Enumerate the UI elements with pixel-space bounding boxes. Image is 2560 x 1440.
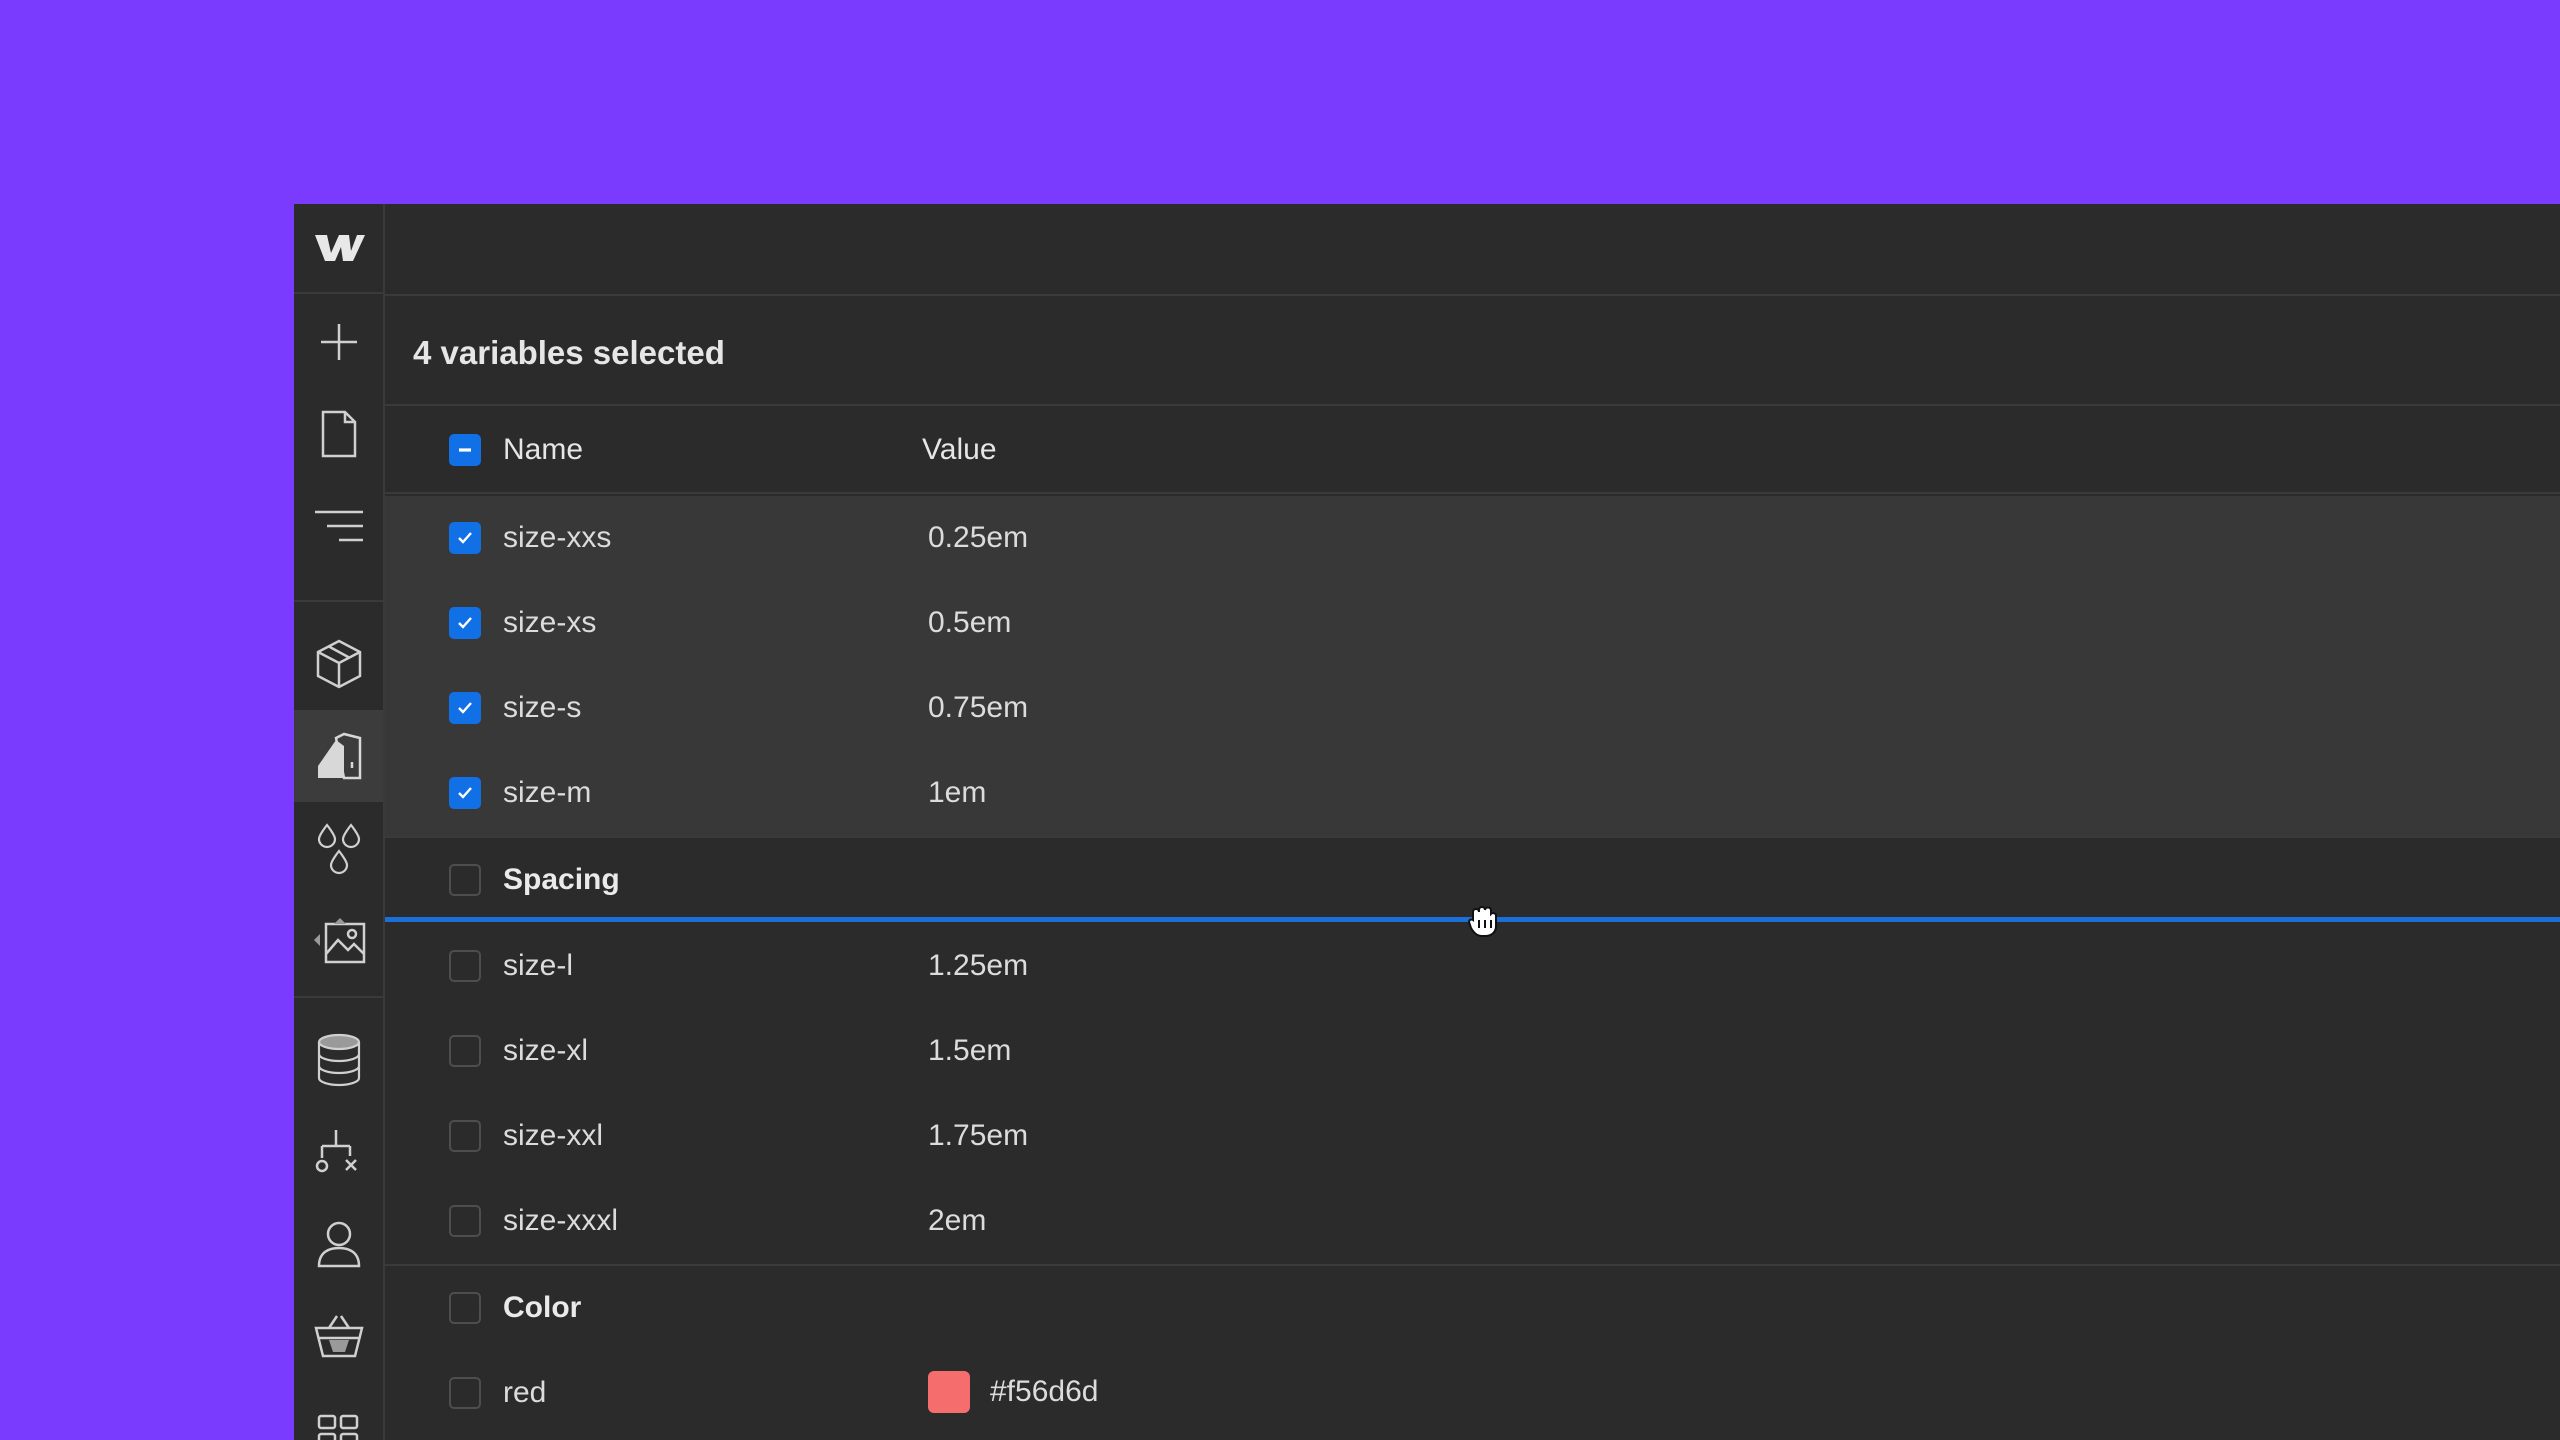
table-row[interactable]: size-xxxl 2em (385, 1179, 2560, 1264)
group-name: Color (503, 1291, 582, 1324)
row-checkbox[interactable] (449, 522, 481, 554)
variable-name: size-xs (503, 606, 597, 639)
row-checkbox[interactable] (449, 1377, 481, 1409)
row-checkbox[interactable] (449, 607, 481, 639)
row-checkbox[interactable] (449, 1205, 481, 1237)
variable-value[interactable]: 0.75em (928, 691, 1028, 725)
variable-name: red (503, 1376, 547, 1409)
variable-value[interactable]: 0.25em (928, 521, 1028, 555)
checkmark-icon (458, 702, 472, 714)
variable-value[interactable]: 1.75em (928, 1119, 1028, 1153)
select-all-checkbox[interactable] (449, 434, 481, 466)
designer-window: 4 variables selected Name Value size-xxs… (294, 204, 2560, 1440)
components-icon[interactable] (294, 618, 383, 710)
left-toolbar (294, 204, 385, 1440)
color-hex-value: #f56d6d (990, 1375, 1099, 1408)
logic-icon[interactable] (294, 1106, 383, 1198)
row-checkbox[interactable] (449, 692, 481, 724)
color-swatch[interactable] (928, 1371, 970, 1413)
table-row[interactable]: size-l 1.25em (385, 924, 2560, 1009)
variable-value[interactable]: #f56d6d (928, 1371, 1098, 1413)
row-checkbox[interactable] (449, 777, 481, 809)
column-header-name[interactable]: Name (503, 433, 583, 467)
sidebar-divider (294, 996, 383, 998)
selection-count-title: 4 variables selected (413, 334, 725, 371)
webflow-logo-icon[interactable] (294, 204, 383, 294)
table-row[interactable]: size-xxs 0.25em (385, 496, 2560, 581)
variable-name: size-l (503, 949, 574, 982)
table-row[interactable]: size-xl 1.5em (385, 1009, 2560, 1094)
variable-value[interactable]: 1em (928, 776, 986, 810)
checkmark-icon (458, 617, 472, 629)
row-checkbox[interactable] (449, 1035, 481, 1067)
checkmark-icon (458, 532, 472, 544)
variable-name: size-xl (503, 1034, 589, 1067)
variable-value[interactable]: 2em (928, 1204, 986, 1238)
variable-value[interactable]: 0.5em (928, 606, 1011, 640)
minus-icon (459, 448, 471, 452)
variable-value[interactable]: 1.5em (928, 1034, 1011, 1068)
page-icon[interactable] (294, 388, 383, 480)
row-checkbox[interactable] (449, 950, 481, 982)
checkmark-icon (458, 787, 472, 799)
sidebar-divider (294, 600, 383, 602)
variable-name: size-m (503, 776, 592, 809)
table-row[interactable]: size-s 0.75em (385, 666, 2560, 751)
variable-value[interactable]: 1.25em (928, 949, 1028, 983)
group-row-color[interactable]: Color (385, 1266, 2560, 1351)
ecommerce-icon[interactable] (294, 1290, 383, 1382)
variables-panel: 4 variables selected Name Value size-xxs… (385, 204, 2560, 1440)
row-checkbox[interactable] (449, 1120, 481, 1152)
variables-icon[interactable] (294, 802, 383, 894)
selection-header: 4 variables selected (385, 298, 2560, 406)
add-icon[interactable] (294, 296, 383, 388)
style-guide-icon[interactable] (294, 710, 383, 802)
cms-icon[interactable] (294, 1014, 383, 1106)
table-row[interactable]: size-xxl 1.75em (385, 1094, 2560, 1179)
column-header-value[interactable]: Value (922, 433, 997, 467)
group-checkbox[interactable] (449, 864, 481, 896)
variable-name: size-xxs (503, 521, 612, 554)
apps-icon[interactable] (294, 1382, 383, 1440)
group-checkbox[interactable] (449, 1292, 481, 1324)
assets-icon[interactable] (294, 894, 383, 986)
table-row[interactable]: size-xs 0.5em (385, 581, 2560, 666)
variable-name: size-xxxl (503, 1204, 619, 1237)
table-row[interactable]: red #f56d6d (385, 1351, 2560, 1436)
variable-name: size-xxl (503, 1119, 604, 1152)
navigator-icon[interactable] (294, 480, 383, 572)
table-header: Name Value (385, 406, 2560, 494)
top-bar (385, 204, 2560, 296)
users-icon[interactable] (294, 1198, 383, 1290)
group-name: Spacing (503, 863, 620, 896)
table-row[interactable]: size-m 1em (385, 751, 2560, 836)
variable-name: size-s (503, 691, 582, 724)
